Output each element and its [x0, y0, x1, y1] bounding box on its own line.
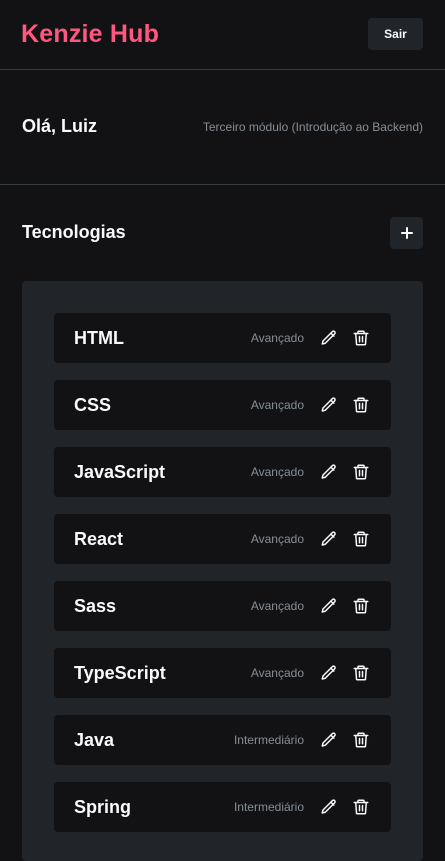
trash-icon [352, 396, 370, 414]
pencil-icon [320, 664, 338, 682]
pencil-icon [320, 597, 338, 615]
trash-icon [352, 597, 370, 615]
technology-status: Avançado [250, 599, 304, 613]
technology-item[interactable]: React Avançado [54, 514, 391, 564]
header: Kenzie Hub Sair [0, 0, 445, 70]
technologies-title: Tecnologias [22, 222, 126, 242]
delete-technology-button[interactable] [351, 462, 371, 482]
technology-item[interactable]: TypeScript Avançado [54, 648, 391, 698]
delete-technology-button[interactable] [351, 730, 371, 750]
delete-technology-button[interactable] [351, 663, 371, 683]
technology-name: Sass [74, 596, 117, 616]
delete-technology-button[interactable] [351, 797, 371, 817]
pencil-icon [320, 396, 338, 414]
technology-name: Spring [74, 797, 131, 817]
trash-icon [352, 664, 370, 682]
technology-status: Avançado [250, 331, 304, 345]
user-greeting: Olá, Luiz [22, 116, 98, 136]
logout-button[interactable]: Sair [368, 18, 423, 50]
edit-technology-button[interactable] [319, 395, 339, 415]
technology-status: Avançado [250, 666, 304, 680]
technology-name: React [74, 529, 124, 549]
technology-item[interactable]: JavaScript Avançado [54, 447, 391, 497]
trash-icon [352, 798, 370, 816]
pencil-icon [320, 329, 338, 347]
technology-item[interactable]: Sass Avançado [54, 581, 391, 631]
technology-status: Intermediário [233, 733, 304, 747]
delete-technology-button[interactable] [351, 328, 371, 348]
edit-technology-button[interactable] [319, 529, 339, 549]
pencil-icon [320, 463, 338, 481]
technology-item[interactable]: CSS Avançado [54, 380, 391, 430]
edit-technology-button[interactable] [319, 596, 339, 616]
pencil-icon [320, 798, 338, 816]
technology-name: CSS [74, 395, 112, 415]
edit-technology-button[interactable] [319, 730, 339, 750]
technology-status: Intermediário [233, 800, 304, 814]
edit-technology-button[interactable] [319, 328, 339, 348]
technology-name: HTML [74, 328, 124, 348]
technology-name: TypeScript [74, 663, 166, 683]
trash-icon [352, 530, 370, 548]
technology-status: Avançado [250, 398, 304, 412]
user-info: Olá, Luiz Terceiro módulo (Introdução ao… [0, 70, 445, 185]
trash-icon [352, 731, 370, 749]
technology-status: Avançado [250, 532, 304, 546]
edit-technology-button[interactable] [319, 663, 339, 683]
technology-status: Avançado [250, 465, 304, 479]
plus-icon [400, 227, 413, 239]
pencil-icon [320, 530, 338, 548]
delete-technology-button[interactable] [351, 529, 371, 549]
user-module: Terceiro módulo (Introdução ao Backend) [202, 120, 423, 134]
trash-icon [352, 329, 370, 347]
technology-item[interactable]: Java Intermediário [54, 715, 391, 765]
technology-item[interactable]: HTML Avançado [54, 313, 391, 363]
delete-technology-button[interactable] [351, 395, 371, 415]
technology-name: JavaScript [74, 462, 166, 482]
pencil-icon [320, 731, 338, 749]
technology-name: Java [74, 730, 115, 750]
add-technology-button[interactable] [390, 217, 423, 249]
technologies-list: HTML Avançado CSS Avançado JavaScript Av… [54, 313, 391, 849]
delete-technology-button[interactable] [351, 596, 371, 616]
technologies-panel: HTML Avançado CSS Avançado JavaScript Av… [22, 281, 423, 861]
edit-technology-button[interactable] [319, 797, 339, 817]
trash-icon [352, 463, 370, 481]
brand-logo: Kenzie Hub [21, 20, 160, 48]
edit-technology-button[interactable] [319, 462, 339, 482]
technology-item[interactable]: Spring Intermediário [54, 782, 391, 832]
